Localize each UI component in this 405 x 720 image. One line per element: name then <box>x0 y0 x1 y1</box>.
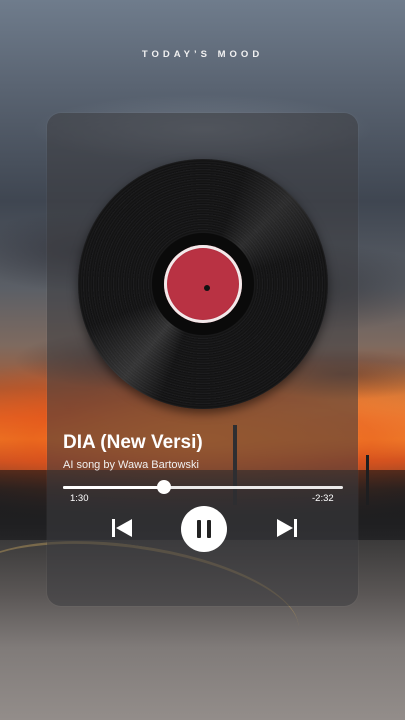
next-button[interactable] <box>275 516 299 540</box>
record-hole <box>204 285 210 291</box>
time-remaining: -2:32 <box>312 493 334 504</box>
time-elapsed: 1:30 <box>70 493 89 504</box>
progress-fill <box>63 486 164 489</box>
song-title: DIA (New Versi) <box>63 432 203 453</box>
progress-thumb[interactable] <box>156 480 171 494</box>
light-pole <box>366 455 369 505</box>
skip-previous-icon <box>112 519 132 537</box>
artist-name: AI song by Wawa Bartowski <box>63 459 199 471</box>
page-title: TODAY’S MOOD <box>141 49 264 60</box>
previous-button[interactable] <box>110 516 134 540</box>
record-label <box>164 245 242 323</box>
record-label-center <box>168 249 238 319</box>
vinyl-record <box>78 159 328 409</box>
skip-next-icon <box>277 519 297 537</box>
progress-bar[interactable] <box>63 480 343 494</box>
pause-icon <box>197 520 211 538</box>
pause-button[interactable] <box>181 506 227 552</box>
